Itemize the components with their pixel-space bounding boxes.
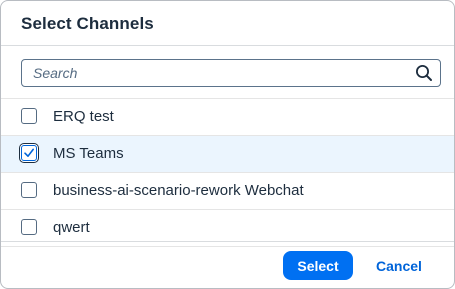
- channel-label: qwert: [53, 219, 90, 236]
- search-icon[interactable]: [415, 64, 433, 82]
- channel-label: business-ai-scenario-rework Webchat: [53, 182, 304, 199]
- channel-label: ERQ test: [53, 108, 114, 125]
- footer-divider: [1, 241, 454, 242]
- channel-item[interactable]: MS Teams: [1, 136, 454, 173]
- select-button[interactable]: Select: [283, 251, 353, 280]
- dialog-title: Select Channels: [21, 14, 154, 33]
- title-divider: [1, 45, 454, 46]
- select-channels-dialog: Select Channels ERQ test MS Teams busin: [0, 0, 455, 289]
- channel-checkbox[interactable]: [21, 219, 37, 235]
- search-field[interactable]: [21, 59, 441, 87]
- channel-list: ERQ test MS Teams business-ai-scenario-r…: [1, 98, 454, 247]
- channel-checkbox[interactable]: [21, 108, 37, 124]
- checkmark-icon: [24, 148, 34, 157]
- channel-item[interactable]: business-ai-scenario-rework Webchat: [1, 173, 454, 210]
- channel-label: MS Teams: [53, 145, 124, 162]
- search-input[interactable]: [22, 60, 413, 86]
- channel-item[interactable]: ERQ test: [1, 98, 454, 136]
- cancel-button[interactable]: Cancel: [363, 251, 435, 280]
- channel-checkbox-checked[interactable]: [21, 145, 37, 161]
- channel-checkbox[interactable]: [21, 182, 37, 198]
